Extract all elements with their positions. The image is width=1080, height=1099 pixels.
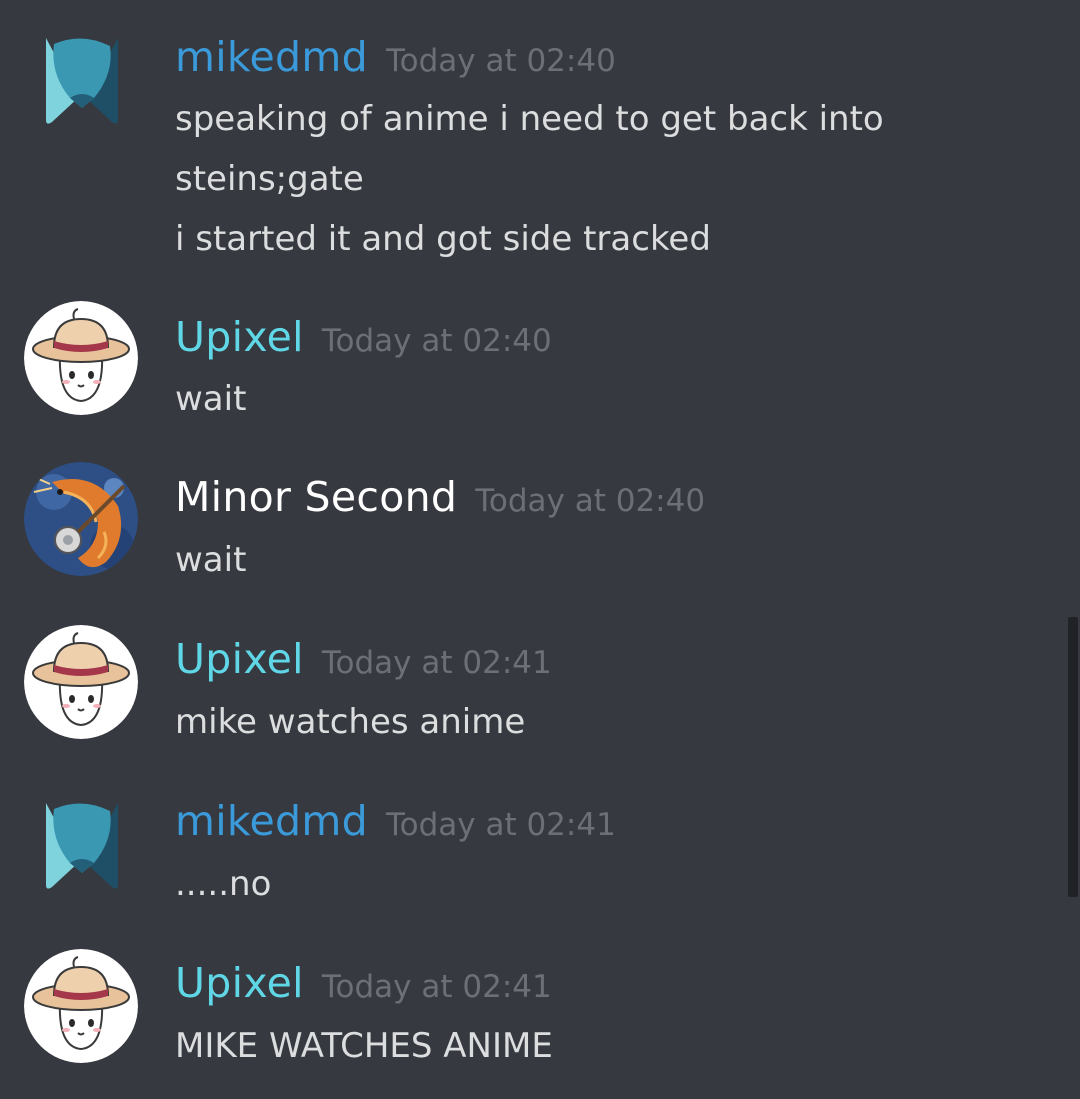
shrimp-banjo-avatar-icon xyxy=(24,462,138,576)
message-group: Upixel Today at 02:41 mike watches anime xyxy=(0,612,1060,774)
timestamp: Today at 02:40 xyxy=(385,43,616,79)
message-content: wait xyxy=(175,369,1055,429)
message-line: speaking of anime i need to get back int… xyxy=(175,99,884,139)
username[interactable]: Upixel xyxy=(175,313,304,361)
mikedmd-logo-icon xyxy=(46,38,118,124)
message-line: .....no xyxy=(175,864,272,904)
straw-hat-boy-avatar-icon xyxy=(24,949,138,1063)
message-line: MIKE WATCHES ANIME xyxy=(175,1026,553,1066)
mikedmd-logo-icon xyxy=(46,803,118,889)
mikedmd-avatar[interactable] xyxy=(34,799,130,895)
message-header: Upixel Today at 02:41 xyxy=(175,634,552,684)
message-content: mike watches anime xyxy=(175,692,1055,752)
message-group: Upixel Today at 02:40 wait xyxy=(0,290,1060,450)
username[interactable]: mikedmd xyxy=(175,797,368,845)
message-line: steins;gate xyxy=(175,159,364,199)
message-header: Upixel Today at 02:40 xyxy=(175,312,552,362)
message-line: mike watches anime xyxy=(175,702,526,742)
message-content: speaking of anime i need to get back int… xyxy=(175,89,1055,269)
message-line: wait xyxy=(175,540,247,580)
minor-second-avatar[interactable] xyxy=(24,462,138,576)
upixel-avatar[interactable] xyxy=(24,949,138,1063)
message-group: mikedmd Today at 02:40 speaking of anime … xyxy=(0,0,1060,290)
username[interactable]: mikedmd xyxy=(175,33,368,81)
message-content: .....no xyxy=(175,854,1055,914)
straw-hat-boy-avatar-icon xyxy=(24,301,138,415)
chat-message-list[interactable]: mikedmd Today at 02:40 speaking of anime … xyxy=(0,0,1080,1099)
timestamp: Today at 02:41 xyxy=(321,969,552,1005)
message-group: mikedmd Today at 02:41 .....no xyxy=(0,774,1060,936)
mikedmd-avatar[interactable] xyxy=(34,34,130,130)
upixel-avatar[interactable] xyxy=(24,625,138,739)
timestamp: Today at 02:40 xyxy=(475,483,706,519)
timestamp: Today at 02:41 xyxy=(321,645,552,681)
message-line: i started it and got side tracked xyxy=(175,219,711,259)
message-content: wait xyxy=(175,530,1055,590)
message-line: wait xyxy=(175,379,247,419)
username[interactable]: Upixel xyxy=(175,959,304,1007)
timestamp: Today at 02:40 xyxy=(321,323,552,359)
message-group: Minor Second Today at 02:40 wait xyxy=(0,450,1060,612)
straw-hat-boy-avatar-icon xyxy=(24,625,138,739)
message-header: mikedmd Today at 02:41 xyxy=(175,796,616,846)
username[interactable]: Minor Second xyxy=(175,473,457,521)
message-group: Upixel Today at 02:41 MIKE WATCHES ANIME xyxy=(0,936,1060,1099)
timestamp: Today at 02:41 xyxy=(385,807,616,843)
username[interactable]: Upixel xyxy=(175,635,304,683)
message-header: Minor Second Today at 02:40 xyxy=(175,472,705,522)
message-content: MIKE WATCHES ANIME xyxy=(175,1016,1055,1076)
scrollbar-thumb[interactable] xyxy=(1068,617,1078,897)
message-header: Upixel Today at 02:41 xyxy=(175,958,552,1008)
message-header: mikedmd Today at 02:40 xyxy=(175,32,616,82)
upixel-avatar[interactable] xyxy=(24,301,138,415)
